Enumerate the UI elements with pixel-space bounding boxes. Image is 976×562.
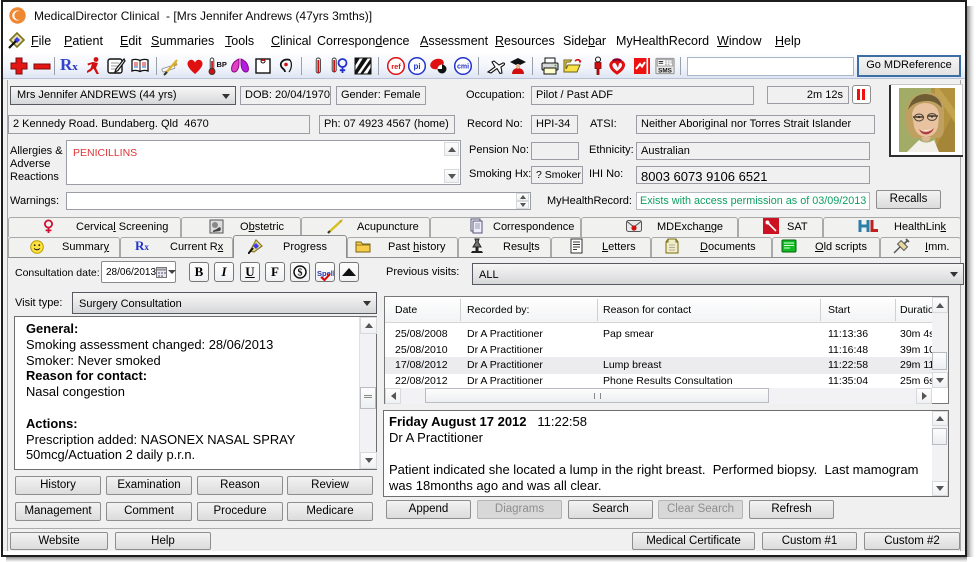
- svg-text:ref: ref: [391, 62, 401, 71]
- svg-text:BP: BP: [217, 60, 227, 69]
- svg-text:SMS: SMS: [658, 67, 672, 74]
- svg-text:pi: pi: [413, 62, 420, 71]
- svg-text:cmi: cmi: [457, 64, 469, 71]
- svg-text:$: $: [298, 268, 303, 279]
